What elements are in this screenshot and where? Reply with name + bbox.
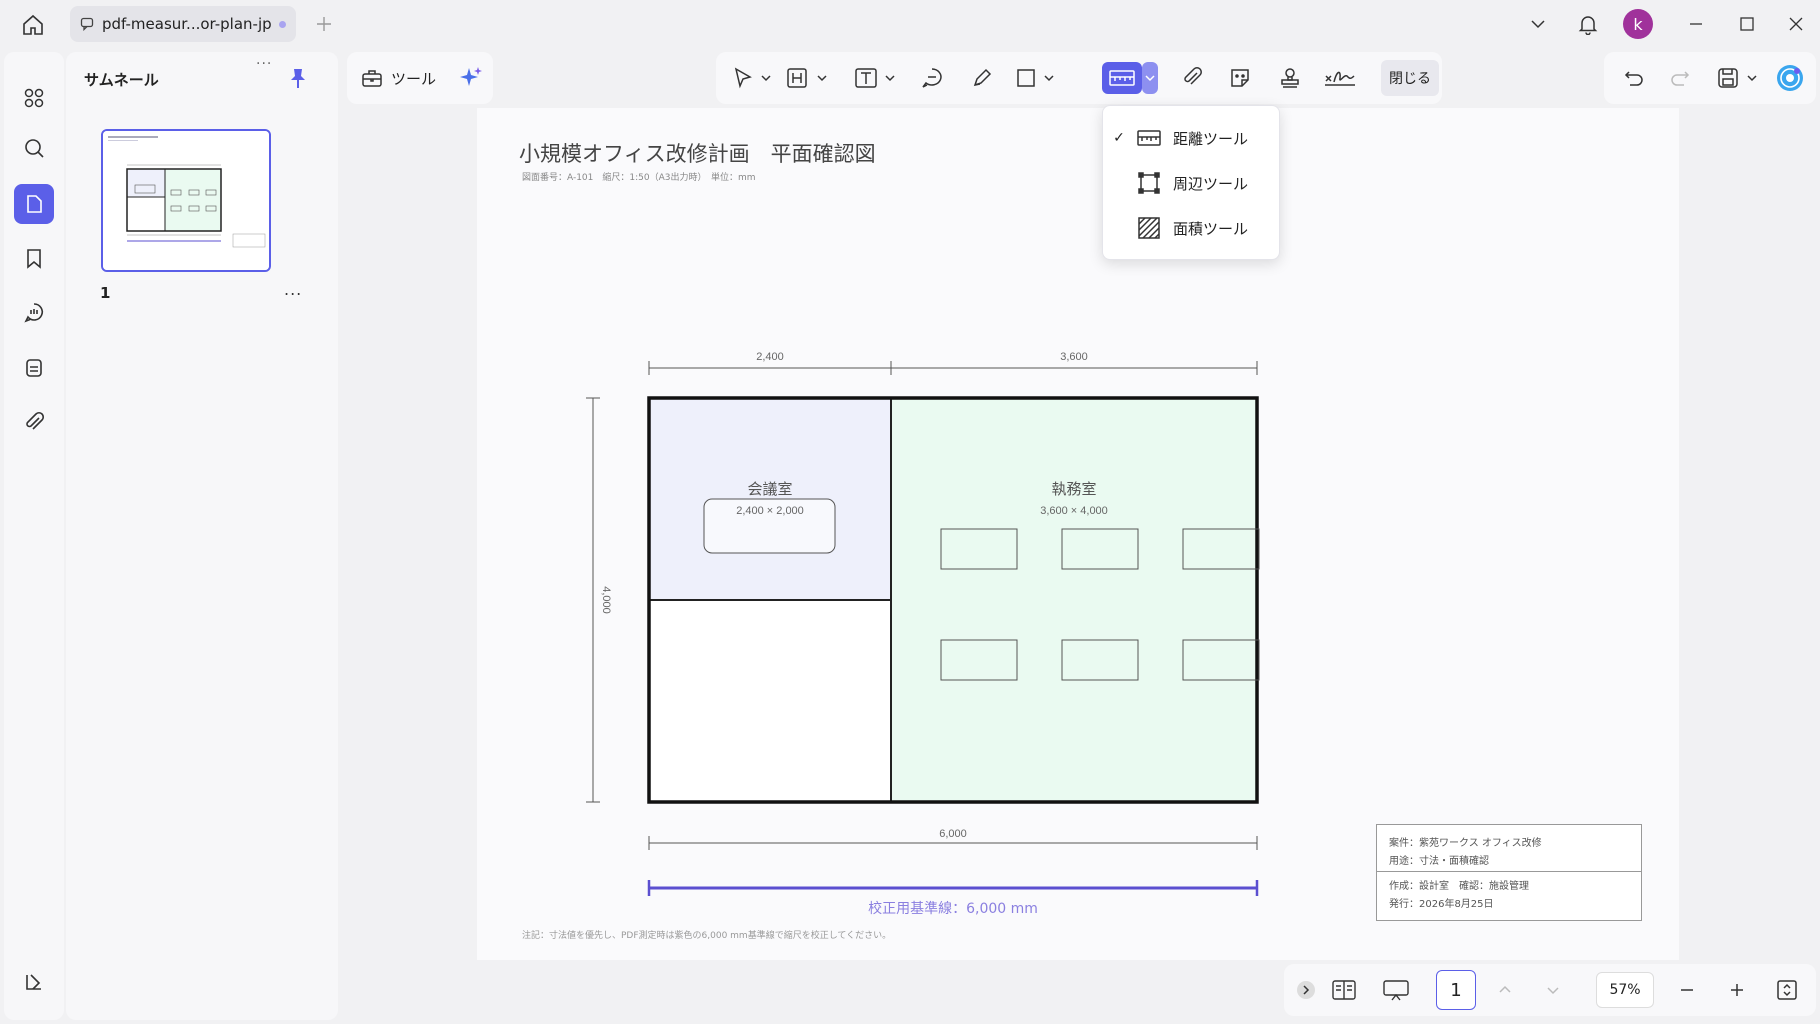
- expand-chevron-icon[interactable]: [1292, 974, 1320, 1006]
- attach-tool-button[interactable]: [1174, 62, 1210, 94]
- office-room-name: 執務室: [1051, 480, 1096, 498]
- dim-left: 4,000: [600, 586, 612, 614]
- toolbox-icon[interactable]: [361, 67, 383, 89]
- perimeter-icon: [1135, 169, 1163, 197]
- select-tool-button[interactable]: [726, 62, 778, 94]
- close-tools-button[interactable]: 閉じる: [1381, 60, 1439, 96]
- measure-tool-button[interactable]: [1102, 62, 1142, 94]
- history-save-group: [1604, 52, 1816, 104]
- zoom-level[interactable]: 57%: [1596, 972, 1654, 1008]
- menu-item-label: 距離ツール: [1173, 129, 1249, 148]
- zoom-in-icon[interactable]: [1722, 974, 1752, 1006]
- calibration-line: [647, 880, 1259, 896]
- titleblock-issued: 発行：2026年8月25日: [1389, 899, 1494, 910]
- presentation-icon[interactable]: [1378, 974, 1414, 1006]
- attachment-icon[interactable]: [14, 402, 54, 442]
- tools-label[interactable]: ツール: [391, 68, 436, 89]
- text-tool-button[interactable]: [850, 62, 902, 94]
- redo-icon[interactable]: [1662, 62, 1698, 94]
- titleblock-author: 作成：設計室 確認：施設管理: [1389, 881, 1529, 892]
- meeting-room-name: 会議室: [747, 480, 792, 498]
- titleblock-project: 案件：紫苑ワークス オフィス改修: [1389, 838, 1542, 849]
- stamp-tool-button[interactable]: [1272, 62, 1308, 94]
- bottom-navigation-bar: 1 57%: [1284, 964, 1816, 1016]
- storage-room-fill: [649, 600, 891, 802]
- left-dimension: [586, 397, 600, 803]
- search-icon[interactable]: [14, 128, 54, 168]
- minimize-icon[interactable]: [1680, 8, 1712, 40]
- calibration-label: 校正用基準線：6,000 mm: [868, 900, 1038, 917]
- distance-ruler-icon: [1135, 124, 1163, 152]
- ai-assistant-icon[interactable]: [1772, 62, 1808, 94]
- page-number-input[interactable]: 1: [1436, 970, 1476, 1010]
- menu-item-perimeter[interactable]: 周辺ツール: [1103, 163, 1281, 203]
- comment-icon[interactable]: [14, 292, 54, 332]
- shape-tool-button[interactable]: [1012, 62, 1062, 94]
- document-page[interactable]: 小規模オフィス改修計画 平面確認図 図面番号：A-101 縮尺：1:50（A3出…: [477, 108, 1679, 960]
- page-icon[interactable]: [14, 184, 54, 224]
- bookmark-icon[interactable]: [14, 238, 54, 278]
- form-icon[interactable]: [14, 348, 54, 388]
- checkmark-icon: ✓: [1113, 130, 1125, 146]
- new-tab-icon[interactable]: [312, 12, 336, 36]
- maximize-icon[interactable]: [1731, 8, 1763, 40]
- menu-item-area[interactable]: 面積ツール: [1103, 208, 1281, 248]
- area-hatch-icon: [1135, 214, 1163, 242]
- office-room-fill: [891, 398, 1257, 802]
- user-avatar[interactable]: k: [1622, 8, 1654, 40]
- menu-item-label: 周辺ツール: [1173, 174, 1249, 193]
- left-icon-rail: [4, 52, 64, 1020]
- save-button[interactable]: [1712, 62, 1764, 94]
- thumbnail-more-button[interactable]: ...: [284, 280, 302, 299]
- dim-top-right: 3,600: [1060, 351, 1088, 363]
- sticker-tool-button[interactable]: [1222, 62, 1258, 94]
- page-layout-icon[interactable]: [1326, 974, 1362, 1006]
- comment-tool-button[interactable]: [914, 62, 950, 94]
- zoom-out-icon[interactable]: [1672, 974, 1702, 1006]
- ai-sparkle-icon[interactable]: [458, 65, 484, 91]
- notification-bell-icon[interactable]: [1572, 8, 1604, 40]
- meeting-room-size: 2,400 × 2,000: [736, 505, 804, 517]
- page-thumbnail[interactable]: [101, 129, 271, 272]
- measure-tool-menu: ✓ 距離ツール 周辺ツール 面積ツール: [1102, 105, 1280, 260]
- dim-top-left: 2,400: [756, 351, 784, 363]
- pen-tool-button[interactable]: [964, 62, 1000, 94]
- home-icon[interactable]: [18, 10, 48, 40]
- signature-tool-button[interactable]: [1320, 62, 1360, 94]
- document-tab[interactable]: pdf-measur...or-plan-jp: [70, 6, 296, 42]
- panel-grip[interactable]: ...: [256, 52, 272, 68]
- pin-icon[interactable]: [286, 66, 310, 90]
- fit-page-icon[interactable]: [1770, 974, 1804, 1006]
- undo-icon[interactable]: [1616, 62, 1652, 94]
- tab-title: pdf-measur...or-plan-jp: [102, 15, 272, 33]
- panel-toggle-icon[interactable]: [14, 962, 54, 1002]
- avatar-letter: k: [1623, 9, 1653, 39]
- next-page-icon[interactable]: [1538, 974, 1568, 1006]
- menu-item-distance[interactable]: ✓ 距離ツール: [1103, 118, 1281, 158]
- thumbnail-panel: ... サムネール 1 ...: [66, 52, 338, 1020]
- tools-group: ツール: [347, 52, 493, 104]
- top-dimension: [648, 361, 1258, 375]
- chevron-down-icon[interactable]: [1522, 8, 1554, 40]
- office-room-size: 3,600 × 4,000: [1040, 505, 1108, 517]
- measure-dropdown-chevron-icon[interactable]: [1142, 62, 1158, 94]
- title-bar: pdf-measur...or-plan-jp k: [0, 0, 1820, 48]
- panel-title: サムネール: [84, 71, 159, 89]
- titleblock-purpose: 用途：寸法・面積確認: [1389, 856, 1489, 867]
- title-block: 案件：紫苑ワークス オフィス改修 用途：寸法・面積確認 作成：設計室 確認：施設…: [1376, 824, 1642, 921]
- thumbnail-page-number: 1: [100, 284, 111, 302]
- unsaved-dot: [279, 20, 286, 28]
- text-box-tool-button[interactable]: [782, 62, 834, 94]
- close-window-icon[interactable]: [1780, 8, 1812, 40]
- dim-bottom-total: 6,000: [939, 828, 967, 840]
- prev-page-icon[interactable]: [1490, 974, 1520, 1006]
- drawing-note: 注記：寸法値を優先し、PDF測定時は紫色の6,000 mm基準線で縮尺を校正して…: [522, 931, 892, 941]
- menu-item-label: 面積ツール: [1173, 219, 1249, 238]
- annotation-toolbar: 閉じる: [716, 52, 1442, 104]
- grid-icon[interactable]: [14, 78, 54, 118]
- comment-doc-icon: [80, 17, 94, 31]
